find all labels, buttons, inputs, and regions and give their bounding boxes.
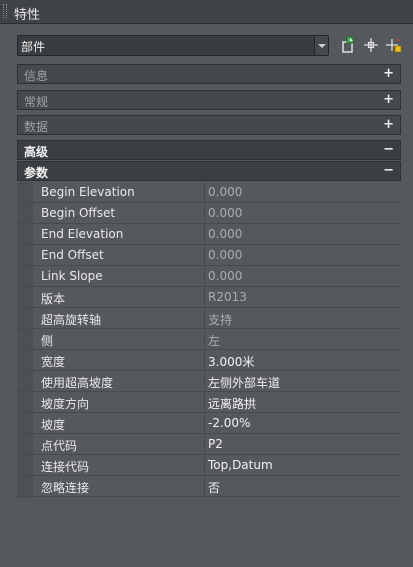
property-value: 0.000	[204, 266, 401, 286]
collapse-icon[interactable]: −	[383, 163, 394, 178]
property-name: 坡度	[41, 418, 66, 432]
property-value: 0.000	[204, 203, 401, 223]
property-row-end-elevation[interactable]: End Elevation 0.000	[17, 224, 401, 245]
property-name: 坡度方向	[41, 397, 90, 411]
property-value[interactable]: 否	[204, 476, 401, 496]
object-type-value: 部件	[21, 40, 46, 54]
property-row-omit-link[interactable]: 忽略连接 否	[17, 476, 401, 497]
section-data-header[interactable]: 数据 +	[17, 115, 401, 135]
property-value: 0.000	[204, 245, 401, 265]
section-advanced-label: 高级	[24, 145, 49, 159]
property-value: R2013	[204, 287, 401, 307]
select-objects-button[interactable]	[338, 35, 358, 55]
chevron-down-icon[interactable]	[314, 36, 328, 55]
pick-point-button[interactable]	[361, 35, 381, 55]
property-value[interactable]: 3.000米	[204, 350, 401, 370]
property-value: 0.000	[204, 224, 401, 244]
property-value[interactable]: 远离路拱	[204, 392, 401, 412]
property-row-width[interactable]: 宽度 3.000米	[17, 350, 401, 371]
property-name: Begin Elevation	[41, 185, 135, 199]
property-value: 0.000	[204, 182, 401, 202]
property-name: 超高旋转轴	[41, 313, 102, 327]
expand-icon[interactable]: +	[383, 117, 394, 132]
expand-icon[interactable]: +	[383, 66, 394, 81]
property-name: Begin Offset	[41, 206, 116, 220]
pick-point-icon	[364, 38, 378, 52]
property-row-slope-direction[interactable]: 坡度方向 远离路拱	[17, 392, 401, 413]
property-row-slope[interactable]: 坡度 -2.00%	[17, 413, 401, 434]
property-name: 点代码	[41, 439, 78, 453]
property-name: 侧	[41, 334, 54, 348]
property-row-begin-offset[interactable]: Begin Offset 0.000	[17, 203, 401, 224]
property-value[interactable]: Top,Datum	[204, 455, 401, 475]
quick-select-icon	[386, 38, 402, 53]
property-row-side[interactable]: 侧 左	[17, 329, 401, 350]
section-info-header[interactable]: 信息 +	[17, 64, 401, 84]
property-name: 宽度	[41, 355, 66, 369]
property-row-end-offset[interactable]: End Offset 0.000	[17, 245, 401, 266]
section-parameters-header[interactable]: 参数 −	[17, 161, 401, 181]
drag-grip-icon[interactable]	[3, 4, 7, 18]
property-name: 版本	[41, 292, 66, 306]
property-value: 支持	[204, 308, 401, 328]
section-info-label: 信息	[24, 69, 49, 83]
property-name: Link Slope	[41, 269, 103, 283]
property-name: End Elevation	[41, 227, 124, 241]
property-row-link-codes[interactable]: 连接代码 Top,Datum	[17, 455, 401, 476]
property-row-version[interactable]: 版本 R2013	[17, 287, 401, 308]
property-value[interactable]: 左侧外部车道	[204, 371, 401, 391]
quick-select-button[interactable]	[384, 35, 404, 55]
section-parameters-label: 参数	[24, 166, 49, 180]
expand-icon[interactable]: +	[383, 92, 394, 107]
section-general-header[interactable]: 常规 +	[17, 90, 401, 110]
property-name: 连接代码	[41, 460, 90, 474]
property-row-use-superelevation[interactable]: 使用超高坡度 左侧外部车道	[17, 371, 401, 392]
property-row-link-slope[interactable]: Link Slope 0.000	[17, 266, 401, 287]
property-name: 使用超高坡度	[41, 376, 114, 390]
section-data-label: 数据	[24, 120, 49, 134]
collapse-icon[interactable]: −	[383, 142, 394, 157]
section-advanced-header[interactable]: 高级 −	[17, 140, 401, 160]
panel-titlebar: 特性	[0, 0, 413, 24]
select-objects-icon	[342, 36, 354, 53]
property-row-point-codes[interactable]: 点代码 P2	[17, 434, 401, 455]
panel-title: 特性	[14, 8, 41, 23]
property-row-begin-elevation[interactable]: Begin Elevation 0.000	[17, 182, 401, 203]
property-value[interactable]: -2.00%	[204, 413, 401, 433]
property-value[interactable]: P2	[204, 434, 401, 454]
property-name: 忽略连接	[41, 481, 90, 495]
property-name: End Offset	[41, 248, 104, 262]
property-row-superelevation-pivot[interactable]: 超高旋转轴 支持	[17, 308, 401, 329]
object-type-select[interactable]: 部件	[17, 35, 329, 56]
section-general-label: 常规	[24, 95, 49, 109]
property-value: 左	[204, 329, 401, 349]
